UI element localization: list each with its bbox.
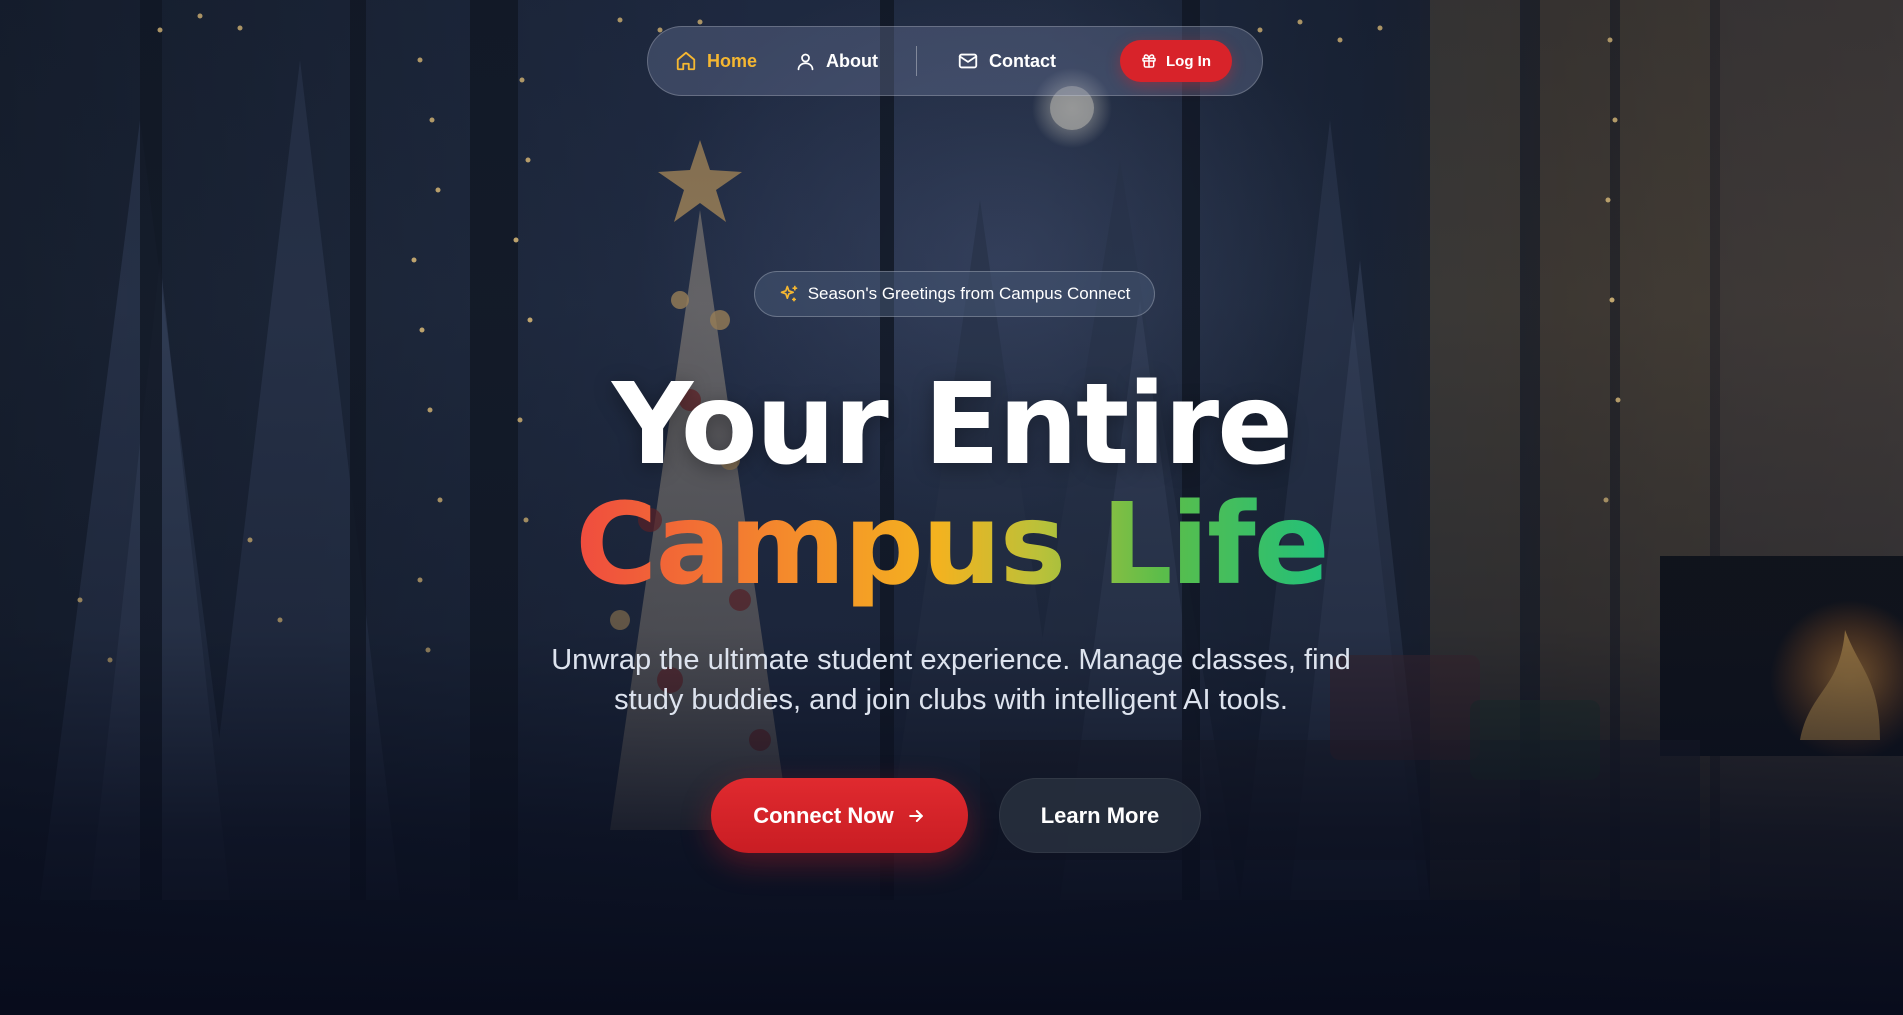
arrow-right-icon [908,809,923,822]
mail-icon [958,53,978,69]
nav-about-label: About [826,50,878,71]
login-button-label: Log In [1166,52,1211,70]
nav-contact[interactable]: Contact [957,50,1056,72]
top-navbar: Home About Contact Log In [647,26,1263,96]
hero-title-gradient-text: Campus Life [575,480,1329,610]
home-icon [676,51,696,71]
nav-home-label: Home [707,50,758,71]
learn-more-button[interactable]: Learn More [999,778,1201,853]
login-button[interactable]: Log In [1120,40,1232,82]
greeting-badge-text: Season's Greetings from Campus Connect [807,284,1131,303]
hero-title-line1: Your Entire [611,360,1293,490]
learn-more-label: Learn More [1040,802,1160,828]
nav-contact-label: Contact [989,50,1056,71]
cta-group: Connect Now Learn More [711,778,1201,853]
hero-subtitle: Unwrap the ultimate student experience. … [551,644,1351,716]
connect-now-label: Connect Now [753,802,894,828]
hero-title-line2: Campus Life [0,485,1903,605]
nav-home[interactable]: Home [675,50,757,72]
nav-about[interactable]: About [795,51,878,72]
user-icon [797,53,814,70]
nav-divider [916,46,917,76]
connect-now-button[interactable]: Connect Now [711,778,968,853]
hero-title: Your Entire Campus Life [0,365,1903,605]
sparkles-icon [780,285,798,302]
gift-icon [1142,54,1156,68]
greeting-badge: Season's Greetings from Campus Connect [754,271,1155,317]
